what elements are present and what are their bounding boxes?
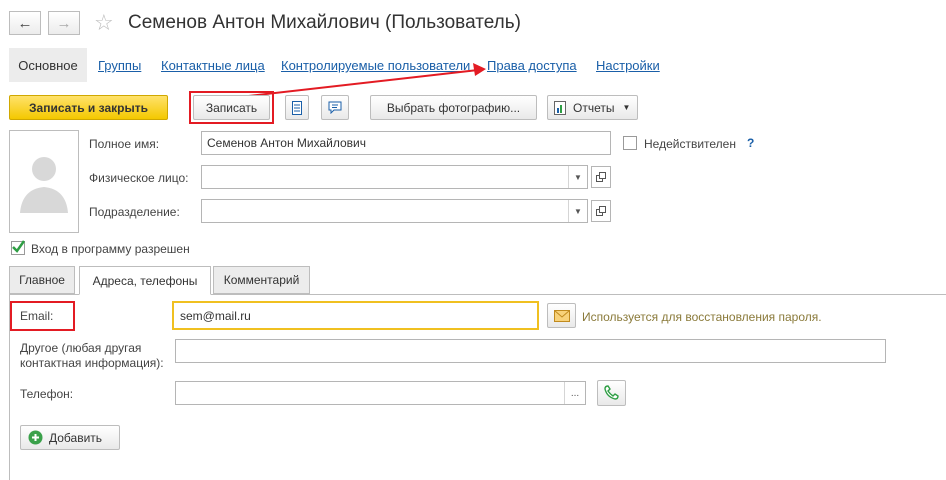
reports-dropdown[interactable]: Отчеты ▼: [547, 95, 638, 120]
login-allowed-label: Вход в программу разрешен: [31, 242, 190, 256]
choose-photo-button[interactable]: Выбрать фотографию...: [370, 95, 537, 120]
user-photo[interactable]: [9, 130, 79, 233]
document-list-icon: [292, 100, 302, 115]
reports-label: Отчеты: [573, 100, 615, 115]
tab-general[interactable]: Главное: [9, 266, 75, 294]
phone-label: Телефон:: [20, 387, 74, 401]
email-input[interactable]: sem@mail.ru: [172, 301, 539, 330]
open-individual-button[interactable]: [591, 166, 611, 188]
other-label: Другое (любая другая контактная информац…: [20, 341, 164, 371]
login-allowed-checkbox[interactable]: [11, 240, 25, 255]
full-name-input[interactable]: Семенов Антон Михайлович: [201, 131, 611, 155]
invalid-label: Недействителен: [644, 137, 736, 151]
avatar-silhouette-icon: [20, 157, 68, 213]
envelope-icon: [553, 309, 570, 322]
individual-field[interactable]: ▼: [201, 165, 588, 189]
annotation-arrow: [239, 63, 486, 98]
department-label: Подразделение:: [89, 205, 180, 219]
phone-field[interactable]: ...: [175, 381, 586, 405]
email-hint: Используется для восстановления пароля.: [582, 310, 822, 324]
chevron-down-icon: ▼: [622, 103, 631, 112]
department-value: [202, 203, 212, 211]
plus-circle-icon: [28, 430, 43, 445]
individual-value: [202, 169, 212, 177]
open-window-icon: [596, 172, 606, 182]
save-and-close-button[interactable]: Записать и закрыть: [9, 95, 168, 120]
dropdown-arrow-icon[interactable]: ▼: [568, 200, 587, 222]
report-list-button[interactable]: [285, 95, 309, 120]
add-button-label: Добавить: [49, 430, 103, 445]
reports-icon: [554, 100, 566, 115]
other-label-line2: контактная информация):: [20, 356, 164, 370]
checkmark-icon: [12, 240, 25, 253]
full-name-label: Полное имя:: [89, 137, 160, 151]
save-button[interactable]: Записать: [193, 95, 270, 120]
speech-bubble-icon: [328, 101, 342, 114]
add-button[interactable]: Добавить: [20, 425, 120, 450]
send-email-button[interactable]: [547, 303, 576, 328]
tab-comment[interactable]: Комментарий: [213, 266, 310, 294]
department-field[interactable]: ▼: [201, 199, 588, 223]
phone-select-button[interactable]: ...: [564, 382, 585, 404]
discussion-button[interactable]: [321, 95, 349, 120]
email-label: Email:: [20, 309, 54, 323]
help-icon[interactable]: ?: [747, 136, 754, 150]
tab-addresses-phones[interactable]: Адреса, телефоны: [79, 266, 211, 295]
phone-call-icon: [603, 385, 619, 400]
individual-label: Физическое лицо:: [89, 171, 189, 185]
other-contact-input[interactable]: [175, 339, 886, 363]
open-window-icon: [596, 206, 606, 216]
call-button[interactable]: [597, 380, 626, 406]
dropdown-arrow-icon[interactable]: ▼: [568, 166, 587, 188]
open-department-button[interactable]: [591, 200, 611, 222]
invalid-checkbox[interactable]: [623, 136, 637, 150]
phone-value: [176, 385, 186, 393]
other-label-line1: Другое (любая другая: [20, 341, 142, 355]
